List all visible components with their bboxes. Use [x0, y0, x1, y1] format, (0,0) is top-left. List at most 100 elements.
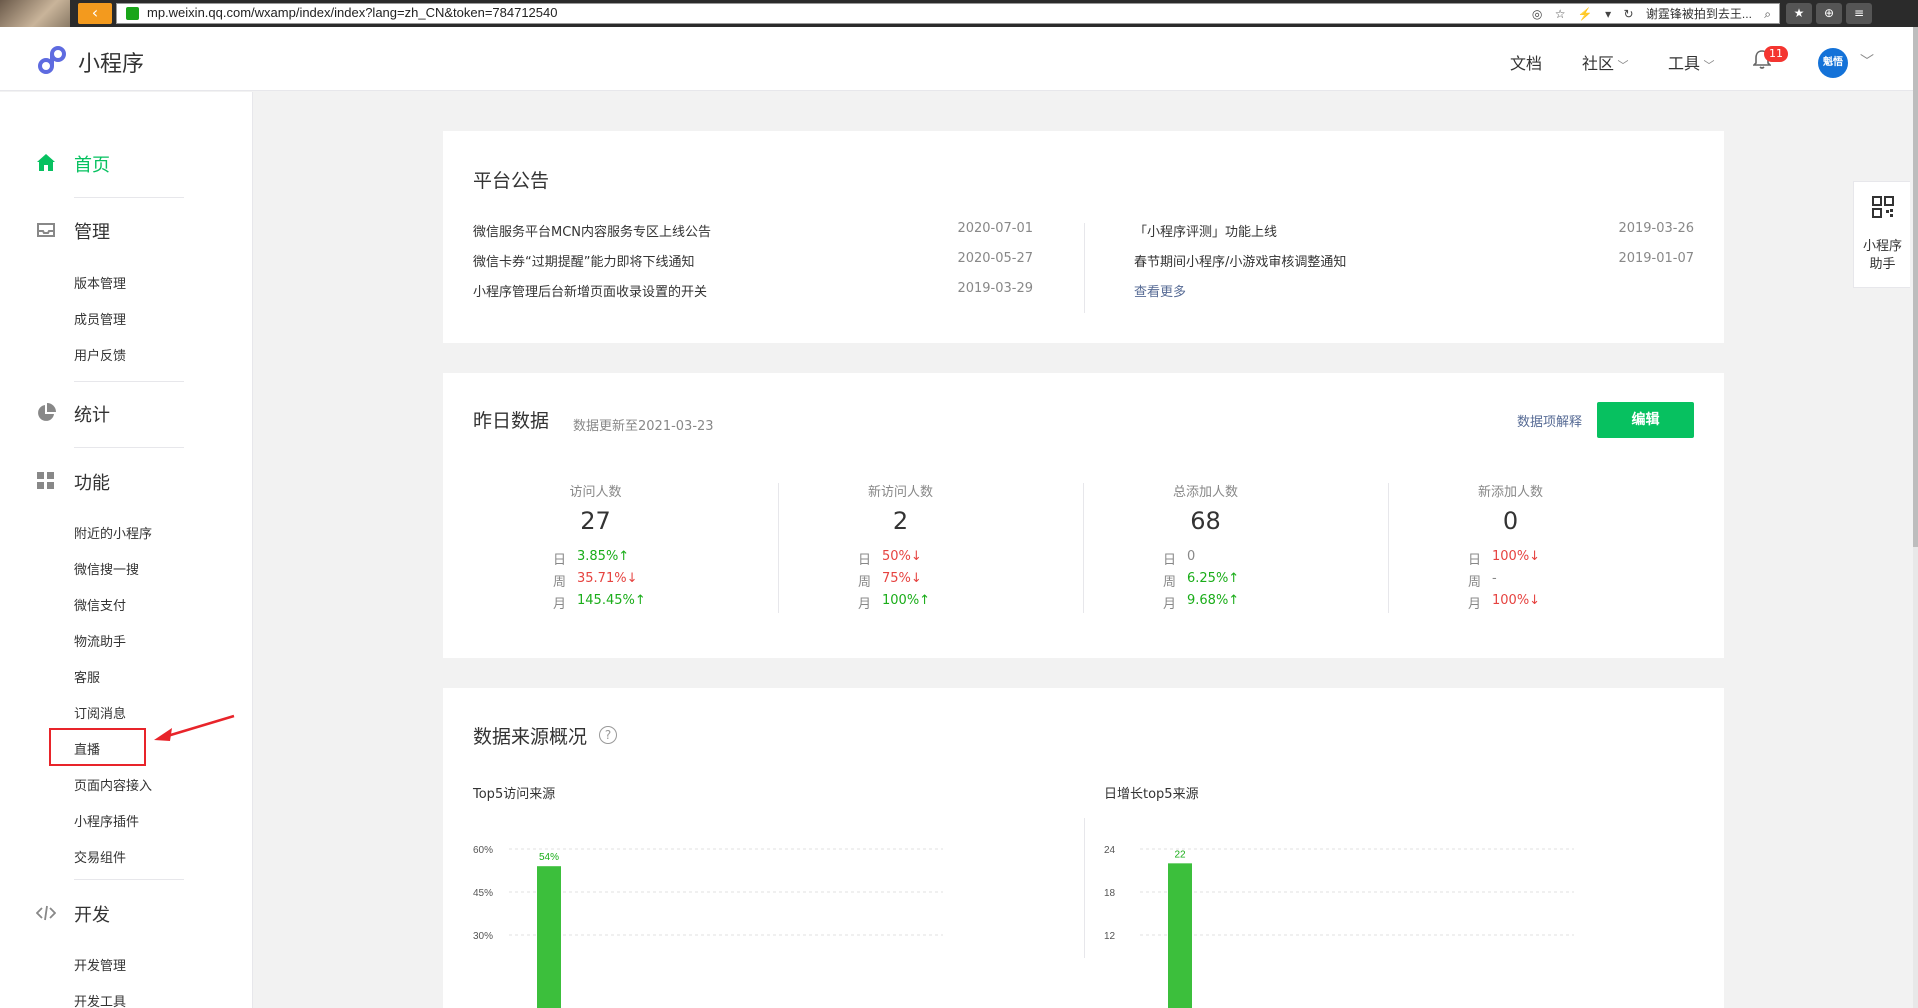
nav-community[interactable]: 社区 ﹀	[1582, 50, 1629, 74]
search-hint[interactable]: 谢霆锋被拍到去王...	[1646, 7, 1752, 21]
notice-text[interactable]: 小程序管理后台新增页面收录设置的开关	[473, 281, 707, 300]
notice-text[interactable]: 「小程序评测」功能上线	[1134, 221, 1277, 240]
notice-date: 2019-01-07	[1618, 251, 1694, 266]
sidebar-item-dev-tools[interactable]: 开发工具	[74, 991, 126, 1008]
dropdown-icon[interactable]: ▾	[1605, 7, 1611, 21]
app-name[interactable]: 小程序	[78, 46, 144, 78]
top5-growth-title: 日增长top5来源	[1104, 787, 1199, 802]
helper-label-line1: 小程序	[1862, 239, 1902, 254]
notice-date: 2019-03-26	[1618, 221, 1694, 236]
notice-text[interactable]: 春节期间小程序/小游戏审核调整通知	[1134, 251, 1346, 270]
sidebar-item-plugin[interactable]: 小程序插件	[74, 811, 139, 830]
page-scrollbar[interactable]	[1913, 27, 1918, 1008]
notification-badge[interactable]: 11	[1764, 46, 1788, 62]
trend-day-value: 0	[1187, 549, 1196, 564]
bar-data-label: 54%	[539, 852, 559, 863]
y-tick-label: 18	[1104, 888, 1116, 899]
notice-text[interactable]: 微信卡券“过期提醒”能力即将下线通知	[473, 251, 694, 270]
data-explain-link[interactable]: 数据项解释	[1517, 411, 1582, 430]
notice-date: 2020-07-01	[957, 221, 1033, 236]
stat-label: 新添加人数	[1477, 485, 1543, 500]
avatar[interactable]: 魁悟	[1818, 48, 1848, 78]
notice-list-left: 微信服务平台MCN内容服务专区上线公告 2020-07-01 微信卡券“过期提醒”…	[473, 221, 1033, 311]
address-bar[interactable]: mp.weixin.qq.com/wxamp/index/index?lang=…	[116, 3, 1780, 24]
trend-day-label: 日	[858, 553, 872, 568]
top5-source-title: Top5访问来源	[473, 787, 556, 802]
sidebar: 首页 管理 版本管理 成员管理 用户反馈 统计 功能 附近的小程序 微信搜一搜 …	[0, 92, 253, 1008]
trend-day-label: 日	[1468, 553, 1482, 568]
miniprogram-helper-button[interactable]: 小程序 助手	[1853, 181, 1910, 288]
inbox-icon	[37, 223, 55, 237]
stat-total-added: 总添加人数 68 日0 周 6.25%↑ 月 9.68%↑	[1053, 481, 1358, 612]
lightning-icon[interactable]: ⚡	[1578, 7, 1593, 21]
y-tick-label: 45%	[473, 888, 493, 899]
edit-button[interactable]: 编辑	[1597, 402, 1694, 438]
back-button[interactable]: ‹	[78, 3, 112, 24]
bar	[1168, 863, 1192, 1008]
sidebar-item-nearby[interactable]: 附近的小程序	[74, 523, 152, 542]
yesterday-title: 昨日数据	[473, 410, 550, 432]
trend-week-label: 周	[1163, 575, 1177, 590]
sidebar-item-dev-manage[interactable]: 开发管理	[74, 955, 126, 974]
sidebar-item-search[interactable]: 微信搜一搜	[74, 559, 139, 578]
compat-mode-icon[interactable]: ◎	[1532, 7, 1542, 21]
sidebar-item-label: 首页	[74, 155, 110, 176]
y-tick-label: 24	[1104, 845, 1116, 856]
bookmark-icon[interactable]: ★	[1786, 3, 1812, 24]
notice-title: 平台公告	[473, 170, 550, 192]
search-icon[interactable]: ⌕	[1764, 7, 1771, 21]
chevron-down-icon: ﹀	[1700, 59, 1715, 72]
trend-day-value: 3.85%↑	[577, 549, 630, 564]
annotation-arrow-icon	[154, 714, 235, 741]
sidebar-item-pay[interactable]: 微信支付	[74, 595, 126, 614]
trend-day-label: 日	[1163, 553, 1177, 568]
nav-tools[interactable]: 工具 ﹀	[1668, 50, 1715, 74]
y-tick-label: 60%	[473, 845, 493, 856]
notice-card: 平台公告 微信服务平台MCN内容服务专区上线公告 2020-07-01 微信卡券“…	[443, 131, 1724, 343]
divider	[1084, 223, 1085, 313]
sidebar-item-service[interactable]: 客服	[74, 667, 100, 686]
sidebar-item-version[interactable]: 版本管理	[74, 273, 126, 292]
divider	[74, 879, 184, 880]
chevron-down-icon[interactable]: ﹀	[1860, 51, 1874, 71]
notice-list-right: 「小程序评测」功能上线 2019-03-26 春节期间小程序/小游戏审核调整通知 2…	[1134, 221, 1694, 311]
notice-text[interactable]: 微信服务平台MCN内容服务专区上线公告	[473, 221, 711, 240]
favorite-star-icon[interactable]: ☆	[1555, 7, 1566, 21]
help-icon[interactable]: ?	[599, 726, 617, 744]
notice-item[interactable]: 微信卡券“过期提醒”能力即将下线通知 2020-05-27	[473, 251, 1033, 281]
trend-month-value: 145.45%↑	[577, 593, 646, 608]
sidebar-item-members[interactable]: 成员管理	[74, 309, 126, 328]
sidebar-item-logistics[interactable]: 物流助手	[74, 631, 126, 650]
view-more-link[interactable]: 查看更多	[1134, 281, 1186, 300]
notice-item[interactable]: 春节期间小程序/小游戏审核调整通知 2019-01-07	[1134, 251, 1694, 281]
browser-toolbar: ‹ mp.weixin.qq.com/wxamp/index/index?lan…	[0, 0, 1918, 27]
game-icon[interactable]: ⊕	[1816, 3, 1842, 24]
sidebar-item-trade[interactable]: 交易组件	[74, 847, 126, 866]
notice-item[interactable]: 「小程序评测」功能上线 2019-03-26	[1134, 221, 1694, 251]
nav-docs[interactable]: 文档	[1510, 50, 1542, 74]
trend-month-value: 9.68%↑	[1187, 593, 1240, 608]
nav-tools-label: 工具	[1668, 54, 1701, 73]
stat-label: 总添加人数	[1172, 485, 1238, 500]
sidebar-group-label: 开发	[74, 905, 110, 926]
refresh-icon[interactable]: ↻	[1624, 7, 1634, 21]
menu-icon[interactable]: ≡	[1846, 3, 1872, 24]
trend-month-label: 月	[553, 597, 567, 612]
sidebar-item-subscribe[interactable]: 订阅消息	[74, 703, 126, 722]
trend-day-value: 100%↓	[1492, 549, 1541, 564]
chevron-down-icon: ﹀	[1614, 59, 1629, 72]
scrollbar-thumb[interactable]	[1913, 27, 1918, 547]
nav-community-label: 社区	[1582, 54, 1615, 73]
trend-week-value: 6.25%↑	[1187, 571, 1240, 586]
notice-item[interactable]: 小程序管理后台新增页面收录设置的开关 2019-03-29	[473, 281, 1033, 311]
stat-new-visitors: 新访问人数 2 日 50%↓ 周 75%↓ 月 100%↑	[748, 481, 1053, 612]
y-tick-label: 30%	[473, 931, 493, 942]
sidebar-item-feedback[interactable]: 用户反馈	[74, 345, 126, 364]
notice-date: 2020-05-27	[957, 251, 1033, 266]
sidebar-item-page-content[interactable]: 页面内容接入	[74, 775, 152, 794]
notice-item[interactable]: 微信服务平台MCN内容服务专区上线公告 2020-07-01	[473, 221, 1033, 251]
stat-value: 27	[580, 507, 611, 535]
trend-week-label: 周	[1468, 575, 1482, 590]
miniprogram-logo-icon[interactable]	[37, 45, 67, 75]
trend-week-value: 35.71%↓	[577, 571, 638, 586]
